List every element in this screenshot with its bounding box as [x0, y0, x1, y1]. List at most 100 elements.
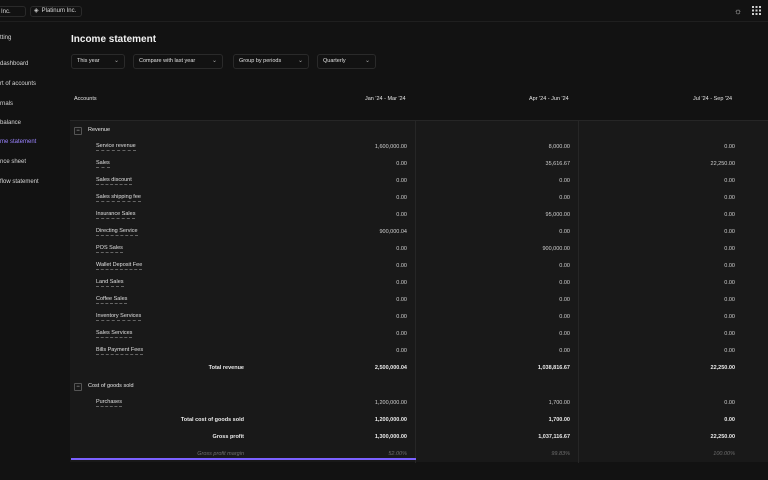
col-accounts: Accounts [74, 96, 97, 102]
cell-value: 8,000.00 [548, 144, 570, 150]
chevron-down-icon: ⌄ [113, 58, 119, 64]
account-link[interactable]: Directing Service [96, 228, 138, 236]
account-link[interactable]: Sales shipping fee [96, 194, 141, 202]
collapse-toggle[interactable]: − [74, 127, 82, 135]
sidebar-item-balance-sheet[interactable]: nce sheet [0, 156, 26, 168]
cell-value: 900,000.00 [542, 246, 570, 252]
breadcrumb-org-label: Platinum Inc. [41, 8, 77, 14]
cell-value: 0.00 [396, 178, 407, 184]
account-link[interactable]: Sales Services [96, 330, 133, 338]
sidebar-item-trial-balance[interactable]: balance [0, 117, 21, 129]
account-link[interactable]: Wallet Deposit Fee [96, 262, 143, 270]
gross-margin-row: Gross profit margin 52.00% 99.83% 100.00… [70, 447, 768, 463]
cell-value: 0.00 [396, 297, 407, 303]
sun-icon[interactable]: ☼ [733, 6, 743, 16]
group-select-label: Group by periods [239, 58, 282, 64]
sidebar-item-cashflow-statement[interactable]: flow statement [0, 176, 39, 188]
cell-value: 0.00 [396, 263, 407, 269]
sidebar-item-journals[interactable]: rnals [0, 98, 13, 110]
table-header: Accounts Jan '24 - Mar '24 Apr '24 - Jun… [70, 96, 768, 108]
table-row: Sales Services 0.00 0.00 0.00 [70, 327, 768, 343]
chevron-down-icon: ⌄ [297, 58, 303, 64]
group-select[interactable]: Group by periods ⌄ [233, 54, 309, 69]
cell-value: 0.00 [724, 297, 735, 303]
cell-value: 900,000.04 [379, 229, 407, 235]
table-row: Sales 0.00 35,616.67 22,250.00 [70, 157, 768, 173]
period-select[interactable]: This year ⌄ [71, 54, 125, 69]
interval-select[interactable]: Quarterly ⌄ [317, 54, 376, 69]
breadcrumb-org-prev[interactable]: rum Inc. [0, 6, 26, 17]
sidebar: tting dashboard rt of accounts rnals bal… [0, 22, 64, 480]
cell-value: 0.00 [559, 297, 570, 303]
cell-value: 0.00 [724, 314, 735, 320]
cell-value: 22,250.00 [710, 434, 735, 440]
cell-value: 0.00 [724, 212, 735, 218]
cell-value: 0.00 [724, 263, 735, 269]
table-row: Coffee Sales 0.00 0.00 0.00 [70, 293, 768, 309]
cell-value: 0.00 [724, 280, 735, 286]
table-row: Sales discount 0.00 0.00 0.00 [70, 174, 768, 190]
period-select-label: This year [77, 58, 100, 64]
account-link[interactable]: Sales discount [96, 177, 132, 185]
table-row: Sales shipping fee 0.00 0.00 0.00 [70, 191, 768, 207]
account-link[interactable]: Purchases [96, 399, 122, 407]
breadcrumb-org-current[interactable]: ◈ Platinum Inc. [30, 6, 83, 17]
cell-value: 0.00 [724, 331, 735, 337]
sidebar-item-income-statement[interactable]: me statement [0, 136, 36, 148]
diamond-logo-icon: ◈ [34, 8, 39, 14]
account-link[interactable]: Bills Payment Fees [96, 347, 144, 355]
sidebar-item-setting[interactable]: tting [0, 32, 11, 44]
account-link[interactable]: Sales [96, 160, 110, 168]
gross-profit-row: Gross profit 1,300,000.00 1,037,116.67 2… [70, 430, 768, 446]
table-row: POS Sales 0.00 900,000.00 0.00 [70, 242, 768, 258]
account-link[interactable]: Land Sales [96, 279, 124, 287]
cell-value: 0.00 [396, 280, 407, 286]
cell-value: 0.00 [559, 348, 570, 354]
sidebar-item-dashboard[interactable]: dashboard [0, 58, 28, 70]
cell-value: 1,600,000.00 [374, 144, 407, 150]
col-period-2: Apr '24 - Jun '24 [529, 96, 569, 102]
cell-value: 0.00 [724, 417, 735, 423]
account-link[interactable]: Service revenue [96, 143, 136, 151]
total-cogs-row: Total cost of goods sold 1,200,000.00 1,… [70, 413, 768, 429]
collapse-toggle[interactable]: − [74, 383, 82, 391]
cell-value: 0.00 [724, 178, 735, 184]
table-row: Purchases 1,200,000.00 1,700.00 0.00 [70, 396, 768, 412]
sidebar-item-chart-of-accounts[interactable]: rt of accounts [0, 78, 36, 90]
table-row: Insurance Sales 0.00 95,000.00 0.00 [70, 208, 768, 224]
cell-value: 1,300,000.00 [374, 434, 407, 440]
cell-value: 0.00 [724, 400, 735, 406]
cell-value: 52.00% [388, 451, 407, 457]
cell-value: 0.00 [559, 178, 570, 184]
cell-value: 0.00 [724, 144, 735, 150]
chevron-down-icon: ⌄ [211, 58, 217, 64]
interval-select-label: Quarterly [323, 58, 346, 64]
cell-value: 1,700.00 [548, 400, 570, 406]
account-link[interactable]: POS Sales [96, 245, 123, 253]
cell-value: 99.83% [551, 451, 570, 457]
cell-value: 0.00 [559, 280, 570, 286]
cell-value: 35,616.67 [545, 161, 570, 167]
cell-value: 1,038,816.67 [537, 365, 570, 371]
account-link[interactable]: Inventory Services [96, 313, 142, 321]
cell-value: 0.00 [396, 195, 407, 201]
cell-value: 0.00 [724, 195, 735, 201]
compare-select-label: Compare with last year [139, 58, 196, 64]
cell-value: 0.00 [559, 229, 570, 235]
cell-value: 95,000.00 [545, 212, 570, 218]
cell-value: 100.00% [713, 451, 735, 457]
cell-value: 22,250.00 [710, 161, 735, 167]
cell-value: 1,200,000.00 [374, 417, 407, 423]
total-revenue-row: Total revenue 2,500,000.04 1,038,816.67 … [70, 361, 768, 377]
compare-select[interactable]: Compare with last year ⌄ [133, 54, 223, 69]
horizontal-scrollbar[interactable] [71, 458, 416, 460]
account-link[interactable]: Insurance Sales [96, 211, 136, 219]
section-label: Revenue [88, 127, 111, 133]
total-label: Total cost of goods sold [180, 417, 244, 423]
cell-value: 0.00 [396, 161, 407, 167]
grid-icon[interactable] [751, 6, 761, 16]
account-link[interactable]: Coffee Sales [96, 296, 128, 304]
cell-value: 2,500,000.04 [374, 365, 407, 371]
total-label: Total revenue [208, 365, 244, 371]
cell-value: 0.00 [559, 263, 570, 269]
